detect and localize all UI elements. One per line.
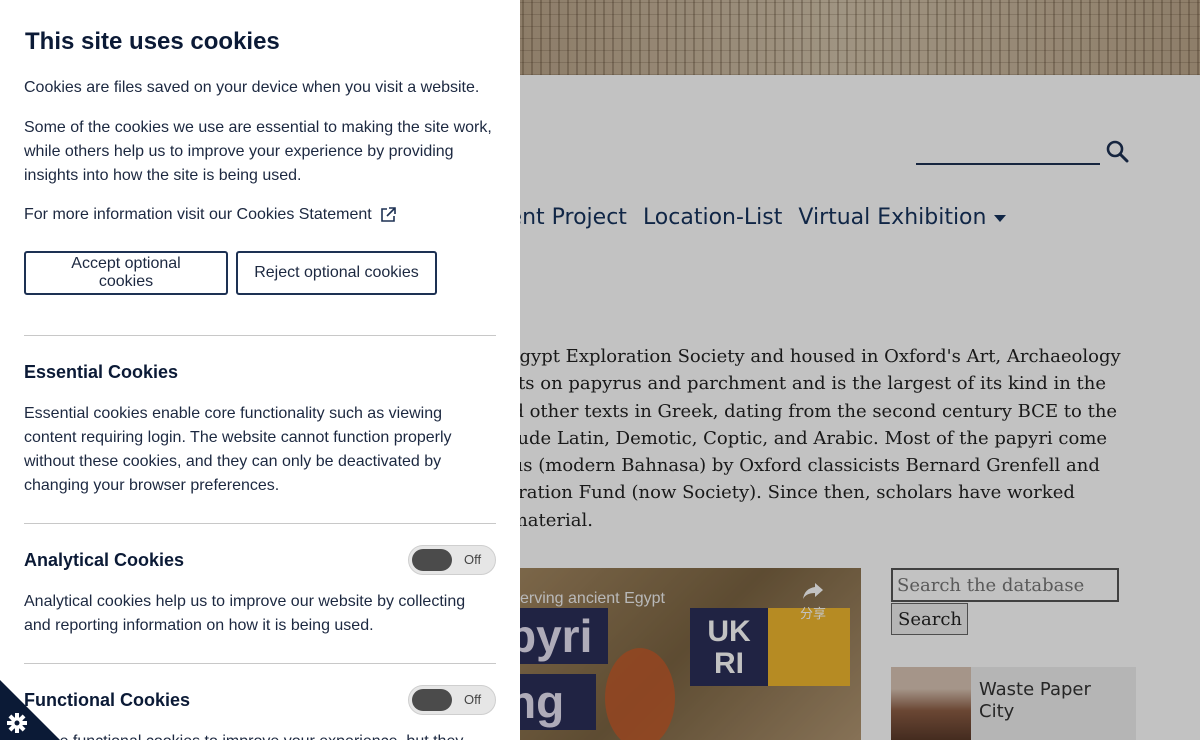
toggle-state: Off xyxy=(464,552,482,567)
cookie-panel: This site uses cookies Cookies are files… xyxy=(0,0,520,740)
analytical-cookies-title: Analytical Cookies xyxy=(24,550,185,570)
accept-optional-cookies-button[interactable]: Accept optional cookies xyxy=(24,251,228,295)
cookie-description: Some of the cookies we use are essential… xyxy=(24,119,492,184)
analytical-cookies-toggle[interactable]: Off xyxy=(408,545,496,575)
toggle-state: Off xyxy=(464,692,482,707)
gear-icon xyxy=(7,713,27,733)
cookie-panel-title: This site uses cookies xyxy=(25,28,280,55)
functional-cookies-text: These functional cookies to improve your… xyxy=(24,730,484,740)
cookies-statement-link[interactable]: For more information visit our Cookies S… xyxy=(24,206,396,224)
divider xyxy=(24,663,496,664)
cookie-settings-button[interactable] xyxy=(0,680,60,740)
functional-cookies-toggle[interactable]: Off xyxy=(408,685,496,715)
external-link-icon xyxy=(380,207,396,222)
essential-cookies-text: Essential cookies enable core functional… xyxy=(24,405,452,494)
divider xyxy=(24,335,496,336)
cookie-intro: Cookies are files saved on your device w… xyxy=(24,79,480,96)
toggle-knob xyxy=(412,689,452,711)
reject-optional-cookies-button[interactable]: Reject optional cookies xyxy=(236,251,437,295)
divider xyxy=(24,523,496,524)
toggle-knob xyxy=(412,549,452,571)
cookies-statement-text: For more information visit our Cookies S… xyxy=(24,206,372,223)
analytical-cookies-text: Analytical cookies help us to improve ou… xyxy=(24,593,466,634)
essential-cookies-title: Essential Cookies xyxy=(24,362,179,382)
